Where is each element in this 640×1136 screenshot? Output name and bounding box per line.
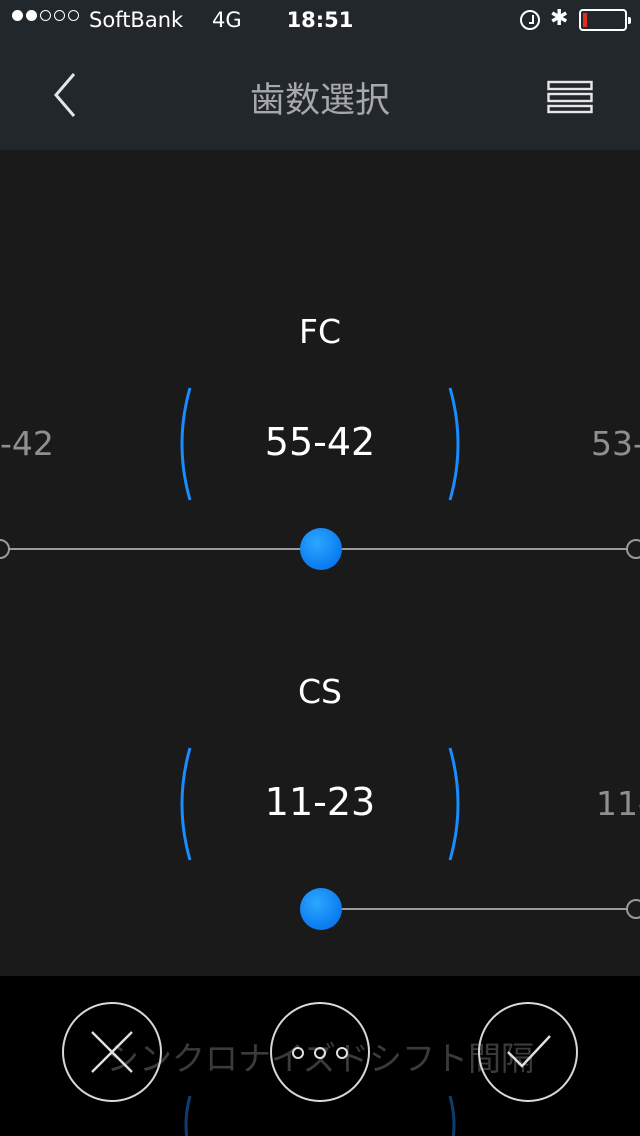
battery-icon <box>579 9 631 31</box>
sync-right-bracket <box>448 1095 456 1136</box>
cs-next-value[interactable]: 11- <box>596 784 640 823</box>
fc-slider-knob[interactable] <box>300 528 342 570</box>
cs-right-bracket <box>448 747 460 861</box>
fc-label: FC <box>298 312 342 351</box>
status-bar: SoftBank 4G 18:51 ✱ <box>0 0 640 40</box>
cs-label: CS <box>298 672 342 711</box>
gear-selector-panel: FC -42 55-42 53- CS 11-23 11- <box>0 150 640 976</box>
sync-left-bracket <box>184 1095 192 1136</box>
confirm-button[interactable] <box>478 1002 578 1102</box>
nav-bar: 歯数選択 <box>0 40 640 150</box>
bluetooth-icon: ✱ <box>550 6 569 31</box>
menu-icon[interactable] <box>547 80 593 114</box>
cs-slider-knob[interactable] <box>300 888 342 930</box>
cancel-button[interactable] <box>62 1002 162 1102</box>
fc-next-value[interactable]: 53- <box>591 424 640 463</box>
cs-value[interactable]: 11-23 <box>0 780 640 824</box>
status-time: 18:51 <box>286 8 354 32</box>
alarm-icon <box>520 10 540 30</box>
fc-slider-stop-right[interactable] <box>626 539 640 559</box>
cs-slider-stop-right[interactable] <box>626 899 640 919</box>
page-title: 歯数選択 <box>249 81 390 121</box>
more-icon <box>292 1047 348 1059</box>
fc-slider-stop-left[interactable] <box>0 539 10 559</box>
more-button[interactable] <box>270 1002 370 1102</box>
bottom-toolbar: シンクロナイズドシフト間隔 <box>0 976 640 1136</box>
check-icon <box>507 1035 551 1068</box>
close-icon <box>91 1031 133 1073</box>
cs-slider-track[interactable] <box>321 908 640 910</box>
fc-right-bracket <box>448 387 460 501</box>
battery-level <box>583 13 587 27</box>
fc-value[interactable]: 55-42 <box>0 420 640 464</box>
